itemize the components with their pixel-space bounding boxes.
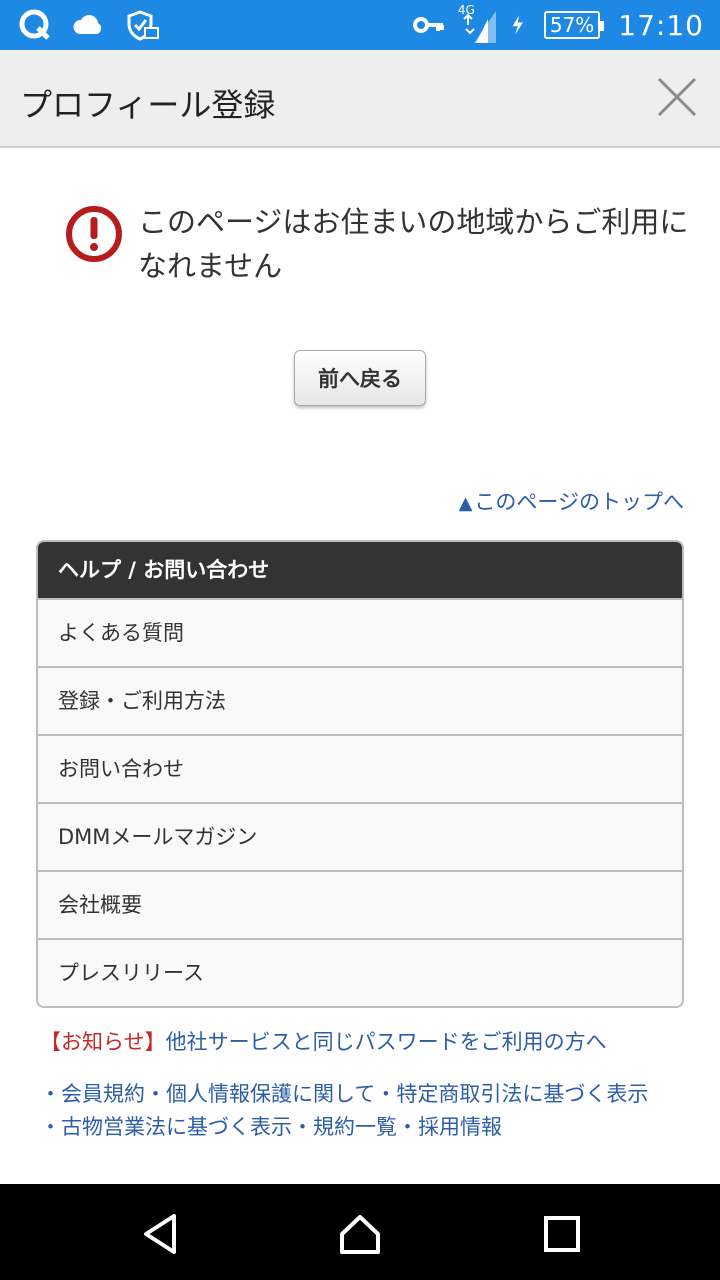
- key-icon: [412, 17, 444, 33]
- back-icon[interactable]: [138, 1212, 182, 1256]
- page-top-link[interactable]: ▲このページのトップへ: [459, 486, 684, 516]
- close-icon[interactable]: [656, 76, 698, 118]
- alert-icon: [66, 206, 122, 262]
- help-panel: ヘルプ / お問い合わせ よくある質問 登録・ご利用方法 お問い合わせ DMMメ…: [36, 540, 684, 1008]
- help-item-registration[interactable]: 登録・ご利用方法: [38, 666, 682, 734]
- header-bar: プロフィール登録: [0, 50, 720, 148]
- footer-links-line-2[interactable]: ・古物営業法に基づく表示・規約一覧・採用情報: [40, 1111, 690, 1144]
- navigation-bar: [0, 1184, 720, 1280]
- footer-links-line-1[interactable]: ・会員規約・個人情報保護に関して・特定商取引法に基づく表示: [40, 1078, 690, 1111]
- up-triangle-icon: ▲: [458, 493, 473, 514]
- error-text: このページはお住まいの地域からご利用になれません: [138, 205, 689, 283]
- system-indicators: 4G 57% 17:10: [412, 0, 704, 50]
- signal-indicator: 4G: [458, 3, 498, 45]
- notice-tag: 【お知らせ】: [40, 1030, 166, 1054]
- home-icon[interactable]: [338, 1212, 382, 1256]
- shield-mail-icon: [127, 10, 159, 41]
- notice-text: 他社サービスと同じパスワードをご利用の方へ: [165, 1030, 607, 1054]
- recents-icon[interactable]: [540, 1212, 584, 1256]
- page-top-link-label: このページのトップへ: [474, 490, 684, 514]
- charging-icon: [512, 15, 523, 35]
- footer-links: ・会員規約・個人情報保護に関して・特定商取引法に基づく表示 ・古物営業法に基づく…: [40, 1078, 690, 1144]
- signal-icon: [463, 11, 496, 43]
- help-item-newsletter[interactable]: DMMメールマガジン: [38, 802, 682, 870]
- help-item-contact[interactable]: お問い合わせ: [38, 734, 682, 802]
- help-item-company[interactable]: 会社概要: [38, 870, 682, 938]
- help-panel-title: ヘルプ / お問い合わせ: [38, 542, 682, 598]
- help-item-faq[interactable]: よくある質問: [38, 598, 682, 666]
- clock: 17:10: [618, 8, 704, 42]
- page-title: プロフィール登録: [20, 86, 276, 124]
- status-bar: 4G 57% 17:10: [0, 0, 720, 50]
- battery-indicator: 57%: [543, 11, 605, 39]
- back-button[interactable]: 前へ戻る: [294, 350, 426, 406]
- notice-link[interactable]: 【お知らせ】他社サービスと同じパスワードをご利用の方へ: [40, 1026, 607, 1056]
- help-item-press[interactable]: プレスリリース: [38, 938, 682, 1006]
- cloud-icon: [73, 15, 102, 34]
- notification-icons: [18, 8, 160, 42]
- q-app-icon: [19, 9, 50, 40]
